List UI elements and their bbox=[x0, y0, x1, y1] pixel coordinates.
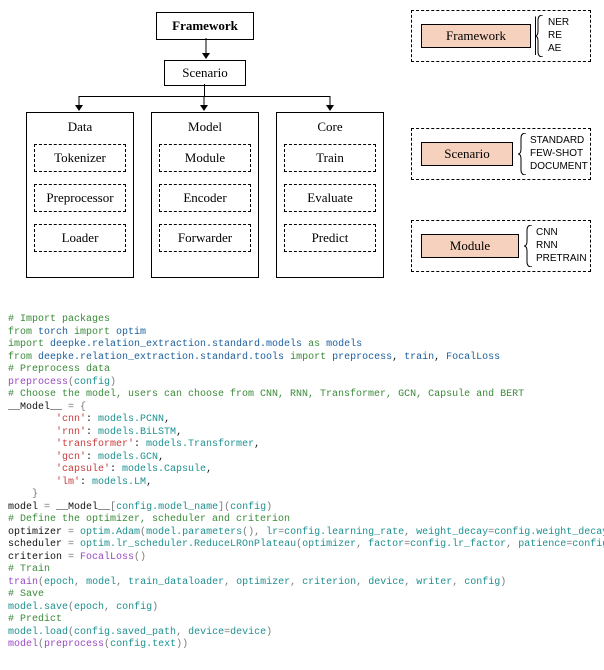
model-item-module: Module bbox=[159, 144, 251, 172]
core-item-predict: Predict bbox=[284, 224, 376, 252]
scenario-label: Scenario bbox=[182, 65, 227, 81]
model-item-forwarder: Forwarder bbox=[159, 224, 251, 252]
scenario-box: Scenario bbox=[164, 60, 246, 86]
framework-label: Framework bbox=[172, 18, 238, 34]
side-module-list: CNN RNN PRETRAIN bbox=[536, 226, 587, 265]
core-item-train: Train bbox=[284, 144, 376, 172]
data-item-preprocessor: Preprocessor bbox=[34, 184, 126, 212]
arrow-down-icon bbox=[325, 96, 335, 112]
side-framework-list: NER RE AE bbox=[548, 16, 569, 55]
code-block: # Import packagesfrom torch import optim… bbox=[8, 314, 604, 652]
side-scenario-box: Scenario bbox=[421, 142, 513, 166]
core-title: Core bbox=[317, 119, 342, 135]
arrow-down-icon bbox=[201, 38, 211, 60]
model-title: Model bbox=[188, 119, 222, 135]
architecture-diagram: Framework Scenario Data Tokenizer Prepro… bbox=[8, 8, 596, 308]
arrow-down-icon bbox=[199, 96, 209, 112]
side-module-box: Module bbox=[421, 234, 519, 258]
core-item-evaluate: Evaluate bbox=[284, 184, 376, 212]
arrow-down-icon bbox=[74, 96, 84, 112]
framework-box: Framework bbox=[156, 12, 254, 40]
side-scenario-list: STANDARD FEW-SHOT DOCUMENT bbox=[530, 134, 588, 173]
brace-icon bbox=[522, 225, 532, 267]
model-item-encoder: Encoder bbox=[159, 184, 251, 212]
brace-icon bbox=[533, 15, 543, 57]
side-framework-box: Framework bbox=[421, 24, 531, 48]
data-item-loader: Loader bbox=[34, 224, 126, 252]
connector bbox=[204, 84, 205, 96]
brace-icon bbox=[516, 133, 526, 175]
data-item-tokenizer: Tokenizer bbox=[34, 144, 126, 172]
data-title: Data bbox=[68, 119, 93, 135]
